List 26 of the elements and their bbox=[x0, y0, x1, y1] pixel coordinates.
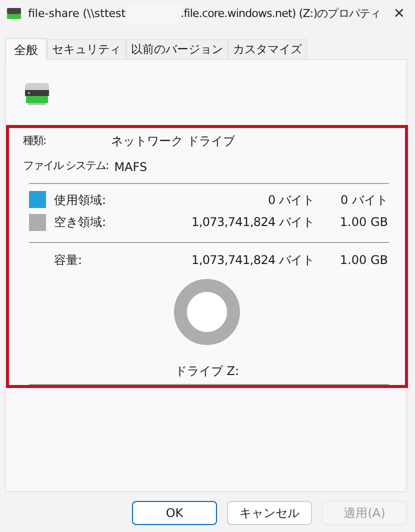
byte-count: 1,073,741,824 バイト bbox=[190, 214, 314, 232]
drive-icon bbox=[6, 8, 22, 20]
field-label: 空き領域: bbox=[54, 214, 108, 232]
size-value: 1.00 GB bbox=[338, 214, 388, 232]
tab[interactable]: カスタマイズ bbox=[228, 39, 307, 59]
field-value: MAFS bbox=[114, 158, 148, 176]
drive-label: ドライブ Z: bbox=[174, 363, 240, 380]
field-value: ネットワーク ドライブ bbox=[111, 133, 235, 150]
window-title: .file.core.windows.net) (Z:)のプロパティ bbox=[180, 6, 381, 22]
close-button[interactable]: ✕ bbox=[393, 4, 405, 24]
byte-count: 1,073,741,824 バイト bbox=[190, 252, 314, 269]
tab[interactable]: 全般 bbox=[5, 38, 47, 60]
drive-icon bbox=[23, 82, 51, 106]
field-label: 使用領域: bbox=[54, 192, 108, 209]
field-label: ファイル システム: bbox=[23, 158, 110, 174]
size-value: 0 バイト bbox=[340, 192, 388, 209]
size-value: 1.00 GB bbox=[338, 252, 388, 269]
window-title: file-share (\\sttest bbox=[28, 6, 126, 22]
field-label: 種類: bbox=[23, 132, 47, 149]
tab[interactable]: 以前のバージョン bbox=[126, 39, 228, 59]
byte-count: 0 バイト bbox=[267, 192, 314, 209]
field-label: 容量: bbox=[54, 252, 84, 269]
dialog-button[interactable]: キャンセル bbox=[227, 501, 312, 525]
donut-drawing bbox=[174, 279, 240, 346]
tab[interactable]: セキュリティ bbox=[47, 39, 126, 59]
dialog-button[interactable]: OK bbox=[132, 501, 217, 525]
